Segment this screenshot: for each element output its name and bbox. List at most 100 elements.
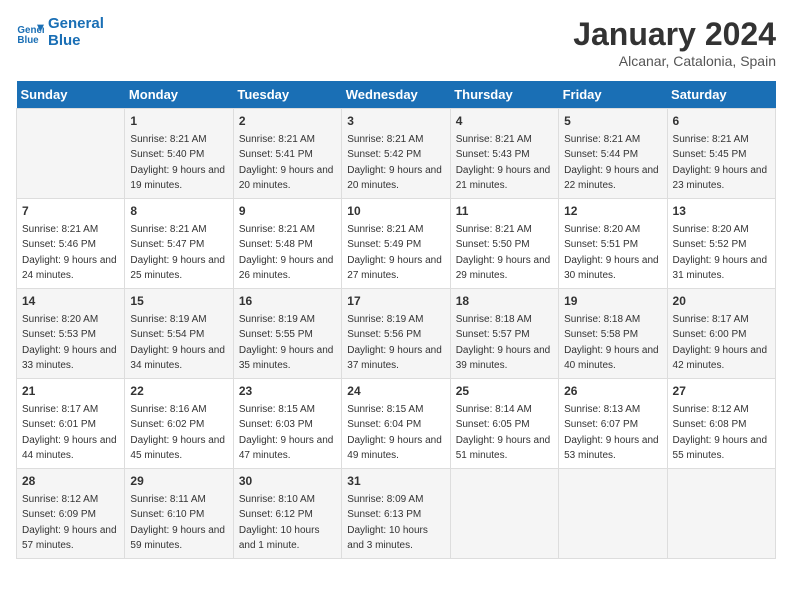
calendar-cell: 5 Sunrise: 8:21 AMSunset: 5:44 PMDayligh… xyxy=(559,109,667,199)
calendar-cell: 4 Sunrise: 8:21 AMSunset: 5:43 PMDayligh… xyxy=(450,109,558,199)
day-number: 27 xyxy=(673,383,770,400)
day-number: 25 xyxy=(456,383,553,400)
day-number: 31 xyxy=(347,473,444,490)
day-info: Sunrise: 8:12 AMSunset: 6:09 PMDaylight:… xyxy=(22,494,117,552)
day-number: 1 xyxy=(130,113,227,130)
calendar-cell: 19 Sunrise: 8:18 AMSunset: 5:58 PMDaylig… xyxy=(559,289,667,379)
day-info: Sunrise: 8:21 AMSunset: 5:44 PMDaylight:… xyxy=(564,134,659,192)
weekday-header: Friday xyxy=(559,81,667,109)
day-number: 12 xyxy=(564,203,661,220)
day-info: Sunrise: 8:12 AMSunset: 6:08 PMDaylight:… xyxy=(673,404,768,462)
weekday-header-row: SundayMondayTuesdayWednesdayThursdayFrid… xyxy=(17,81,776,109)
day-info: Sunrise: 8:18 AMSunset: 5:57 PMDaylight:… xyxy=(456,314,551,372)
calendar-cell: 25 Sunrise: 8:14 AMSunset: 6:05 PMDaylig… xyxy=(450,379,558,469)
weekday-header: Wednesday xyxy=(342,81,450,109)
day-number: 20 xyxy=(673,293,770,310)
day-info: Sunrise: 8:20 AMSunset: 5:52 PMDaylight:… xyxy=(673,224,768,282)
day-number: 22 xyxy=(130,383,227,400)
day-number: 14 xyxy=(22,293,119,310)
day-info: Sunrise: 8:19 AMSunset: 5:54 PMDaylight:… xyxy=(130,314,225,372)
day-number: 16 xyxy=(239,293,336,310)
calendar-cell: 14 Sunrise: 8:20 AMSunset: 5:53 PMDaylig… xyxy=(17,289,125,379)
day-number: 21 xyxy=(22,383,119,400)
calendar-cell: 20 Sunrise: 8:17 AMSunset: 6:00 PMDaylig… xyxy=(667,289,775,379)
calendar-cell: 16 Sunrise: 8:19 AMSunset: 5:55 PMDaylig… xyxy=(233,289,341,379)
day-number: 26 xyxy=(564,383,661,400)
day-number: 28 xyxy=(22,473,119,490)
calendar-cell: 10 Sunrise: 8:21 AMSunset: 5:49 PMDaylig… xyxy=(342,199,450,289)
day-number: 29 xyxy=(130,473,227,490)
calendar-week-row: 14 Sunrise: 8:20 AMSunset: 5:53 PMDaylig… xyxy=(17,289,776,379)
day-info: Sunrise: 8:15 AMSunset: 6:03 PMDaylight:… xyxy=(239,404,334,462)
day-info: Sunrise: 8:10 AMSunset: 6:12 PMDaylight:… xyxy=(239,494,320,552)
calendar-cell: 24 Sunrise: 8:15 AMSunset: 6:04 PMDaylig… xyxy=(342,379,450,469)
day-number: 15 xyxy=(130,293,227,310)
calendar-cell: 7 Sunrise: 8:21 AMSunset: 5:46 PMDayligh… xyxy=(17,199,125,289)
calendar-table: SundayMondayTuesdayWednesdayThursdayFrid… xyxy=(16,81,776,559)
calendar-cell: 28 Sunrise: 8:12 AMSunset: 6:09 PMDaylig… xyxy=(17,469,125,559)
calendar-cell: 27 Sunrise: 8:12 AMSunset: 6:08 PMDaylig… xyxy=(667,379,775,469)
logo-line1: General xyxy=(48,16,104,33)
day-info: Sunrise: 8:21 AMSunset: 5:50 PMDaylight:… xyxy=(456,224,551,282)
day-info: Sunrise: 8:14 AMSunset: 6:05 PMDaylight:… xyxy=(456,404,551,462)
day-number: 18 xyxy=(456,293,553,310)
day-number: 11 xyxy=(456,203,553,220)
day-number: 6 xyxy=(673,113,770,130)
day-info: Sunrise: 8:20 AMSunset: 5:53 PMDaylight:… xyxy=(22,314,117,372)
calendar-cell: 15 Sunrise: 8:19 AMSunset: 5:54 PMDaylig… xyxy=(125,289,233,379)
weekday-header: Tuesday xyxy=(233,81,341,109)
day-number: 2 xyxy=(239,113,336,130)
logo-line2: Blue xyxy=(48,33,104,50)
calendar-cell: 1 Sunrise: 8:21 AMSunset: 5:40 PMDayligh… xyxy=(125,109,233,199)
month-title: January 2024 xyxy=(573,16,776,53)
calendar-cell: 2 Sunrise: 8:21 AMSunset: 5:41 PMDayligh… xyxy=(233,109,341,199)
calendar-cell: 11 Sunrise: 8:21 AMSunset: 5:50 PMDaylig… xyxy=(450,199,558,289)
calendar-cell: 8 Sunrise: 8:21 AMSunset: 5:47 PMDayligh… xyxy=(125,199,233,289)
calendar-cell: 21 Sunrise: 8:17 AMSunset: 6:01 PMDaylig… xyxy=(17,379,125,469)
page-header: General Blue General Blue January 2024 A… xyxy=(16,16,776,69)
logo-icon: General Blue xyxy=(16,19,44,47)
calendar-cell: 3 Sunrise: 8:21 AMSunset: 5:42 PMDayligh… xyxy=(342,109,450,199)
calendar-cell xyxy=(559,469,667,559)
svg-text:Blue: Blue xyxy=(17,34,39,45)
day-info: Sunrise: 8:18 AMSunset: 5:58 PMDaylight:… xyxy=(564,314,659,372)
calendar-cell xyxy=(667,469,775,559)
day-info: Sunrise: 8:21 AMSunset: 5:43 PMDaylight:… xyxy=(456,134,551,192)
day-info: Sunrise: 8:19 AMSunset: 5:55 PMDaylight:… xyxy=(239,314,334,372)
day-number: 4 xyxy=(456,113,553,130)
calendar-cell xyxy=(450,469,558,559)
day-info: Sunrise: 8:21 AMSunset: 5:49 PMDaylight:… xyxy=(347,224,442,282)
title-block: January 2024 Alcanar, Catalonia, Spain xyxy=(573,16,776,69)
location: Alcanar, Catalonia, Spain xyxy=(573,53,776,69)
calendar-week-row: 28 Sunrise: 8:12 AMSunset: 6:09 PMDaylig… xyxy=(17,469,776,559)
day-number: 10 xyxy=(347,203,444,220)
day-info: Sunrise: 8:21 AMSunset: 5:48 PMDaylight:… xyxy=(239,224,334,282)
calendar-week-row: 7 Sunrise: 8:21 AMSunset: 5:46 PMDayligh… xyxy=(17,199,776,289)
weekday-header: Sunday xyxy=(17,81,125,109)
day-number: 3 xyxy=(347,113,444,130)
day-info: Sunrise: 8:11 AMSunset: 6:10 PMDaylight:… xyxy=(130,494,225,552)
calendar-cell: 18 Sunrise: 8:18 AMSunset: 5:57 PMDaylig… xyxy=(450,289,558,379)
day-info: Sunrise: 8:21 AMSunset: 5:47 PMDaylight:… xyxy=(130,224,225,282)
day-number: 24 xyxy=(347,383,444,400)
day-info: Sunrise: 8:09 AMSunset: 6:13 PMDaylight:… xyxy=(347,494,428,552)
day-info: Sunrise: 8:21 AMSunset: 5:42 PMDaylight:… xyxy=(347,134,442,192)
day-number: 17 xyxy=(347,293,444,310)
day-info: Sunrise: 8:17 AMSunset: 6:00 PMDaylight:… xyxy=(673,314,768,372)
calendar-cell: 30 Sunrise: 8:10 AMSunset: 6:12 PMDaylig… xyxy=(233,469,341,559)
day-info: Sunrise: 8:21 AMSunset: 5:41 PMDaylight:… xyxy=(239,134,334,192)
day-info: Sunrise: 8:15 AMSunset: 6:04 PMDaylight:… xyxy=(347,404,442,462)
day-number: 8 xyxy=(130,203,227,220)
day-number: 5 xyxy=(564,113,661,130)
calendar-cell: 22 Sunrise: 8:16 AMSunset: 6:02 PMDaylig… xyxy=(125,379,233,469)
day-info: Sunrise: 8:21 AMSunset: 5:46 PMDaylight:… xyxy=(22,224,117,282)
calendar-cell xyxy=(17,109,125,199)
day-info: Sunrise: 8:16 AMSunset: 6:02 PMDaylight:… xyxy=(130,404,225,462)
day-number: 30 xyxy=(239,473,336,490)
day-info: Sunrise: 8:17 AMSunset: 6:01 PMDaylight:… xyxy=(22,404,117,462)
logo: General Blue General Blue xyxy=(16,16,104,49)
day-number: 7 xyxy=(22,203,119,220)
calendar-cell: 26 Sunrise: 8:13 AMSunset: 6:07 PMDaylig… xyxy=(559,379,667,469)
calendar-cell: 17 Sunrise: 8:19 AMSunset: 5:56 PMDaylig… xyxy=(342,289,450,379)
calendar-cell: 12 Sunrise: 8:20 AMSunset: 5:51 PMDaylig… xyxy=(559,199,667,289)
